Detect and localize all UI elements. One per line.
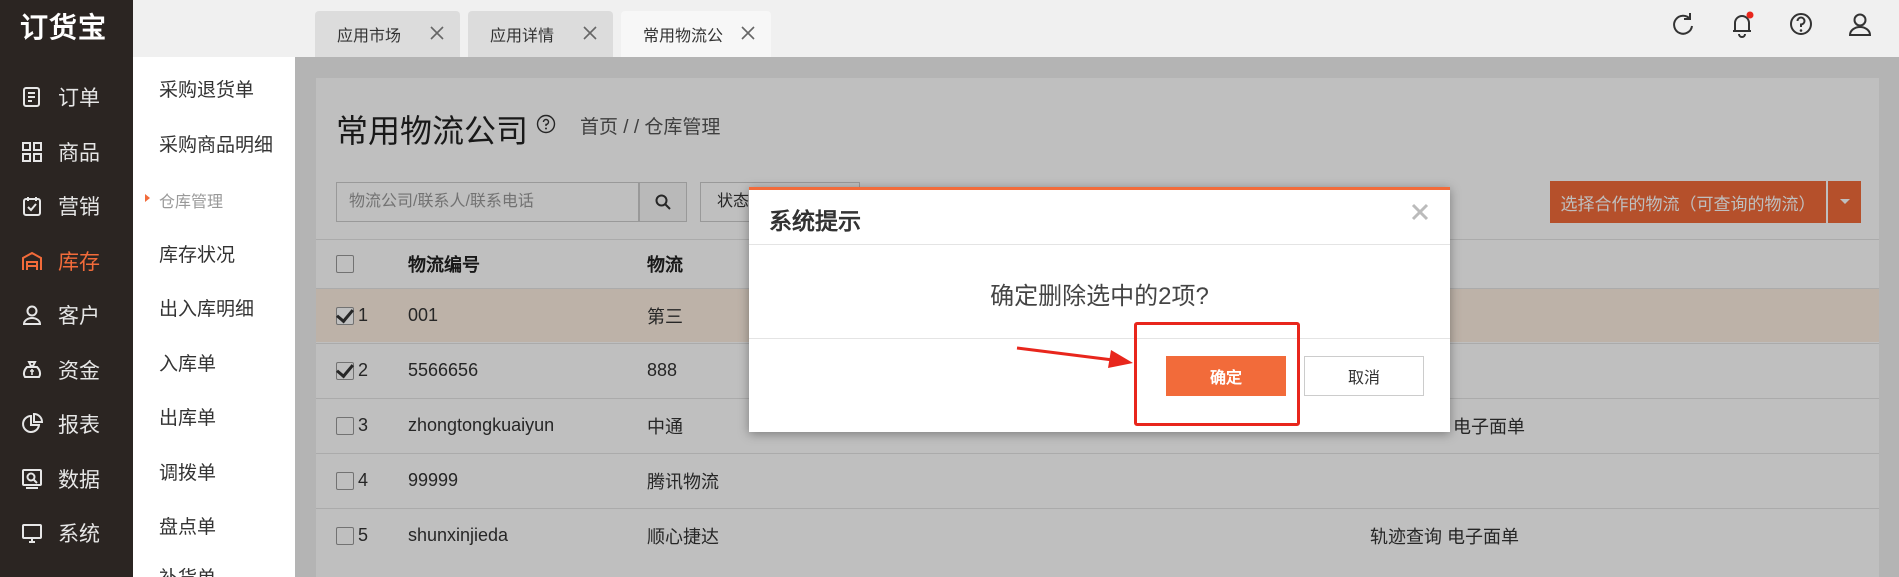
tab-app-detail[interactable]: 应用详情 (468, 11, 613, 57)
nav-item-label: 库存 (58, 250, 100, 274)
nav-item-3[interactable]: 库存 (0, 234, 133, 288)
subnav-item-6[interactable]: 出库单 (159, 403, 216, 430)
tab-logistics[interactable]: 常用物流公 (621, 11, 771, 57)
nav-item-2[interactable]: 营销 (0, 179, 133, 233)
subnav-item-3[interactable]: 库存状况 (159, 240, 235, 267)
nav-item-8[interactable]: 系统 (0, 506, 133, 560)
goods-icon (22, 141, 42, 162)
annotation-highlight-box (1134, 322, 1300, 426)
nav-item-6[interactable]: 报表 (0, 397, 133, 451)
subnav-item-9[interactable]: 补货单 (159, 563, 216, 577)
subnav-item-7[interactable]: 调拨单 (159, 458, 216, 485)
divider (749, 244, 1450, 245)
close-icon[interactable] (581, 24, 599, 42)
warehouse-icon (22, 251, 42, 270)
subnav-item-4[interactable]: 出入库明细 (159, 294, 254, 321)
subnav-item-5[interactable]: 入库单 (159, 349, 216, 376)
close-icon[interactable] (1408, 200, 1432, 224)
subnav-item-0[interactable]: 采购退货单 (159, 75, 254, 102)
data-icon (22, 468, 42, 489)
user-icon[interactable] (1845, 10, 1875, 40)
bell-icon[interactable] (1727, 10, 1757, 40)
tab-label: 应用市场 (337, 28, 402, 45)
help-icon[interactable] (1786, 10, 1816, 40)
marketing-icon (23, 197, 41, 216)
close-icon[interactable] (428, 24, 446, 42)
nav-item-label: 数据 (58, 468, 100, 492)
dialog-message: 确定删除选中的2项? (990, 283, 1209, 310)
tab-app-market[interactable]: 应用市场 (315, 11, 460, 57)
nav-item-7[interactable]: 数据 (0, 452, 133, 506)
pie-chart-icon (22, 412, 44, 433)
nav-item-1[interactable]: 商品 (0, 125, 133, 179)
subnav-item-2: 仓库管理 (144, 188, 223, 212)
main-sidebar: 订货宝 订单商品营销库存客户资金报表数据系统 (0, 0, 133, 577)
nav-item-label: 商品 (58, 141, 100, 165)
nav-item-4[interactable]: 客户 (0, 288, 133, 342)
refresh-icon[interactable] (1668, 10, 1698, 40)
subnav-item-1[interactable]: 采购商品明细 (159, 130, 273, 157)
nav-item-label: 客户 (58, 305, 100, 328)
close-icon[interactable] (739, 24, 757, 42)
nav-item-label: 资金 (58, 359, 100, 383)
nav-item-label: 营销 (58, 196, 100, 219)
subnav-item-8[interactable]: 盘点单 (159, 512, 216, 539)
nav-item-label: 订单 (58, 87, 100, 110)
money-bag-icon (22, 360, 42, 378)
confirm-dialog: 系统提示 确定删除选中的2项? 确定 取消 (749, 187, 1450, 432)
order-icon (23, 87, 40, 107)
tab-bar: 应用市场 应用详情 常用物流公 (133, 0, 1899, 57)
dialog-title: 系统提示 (769, 208, 861, 234)
divider (749, 338, 1450, 339)
nav-item-5[interactable]: 资金 (0, 343, 133, 397)
monitor-icon (22, 524, 42, 543)
tab-label: 常用物流公 (643, 28, 724, 45)
nav-item-0[interactable]: 订单 (0, 70, 133, 124)
app-logo: 订货宝 (20, 11, 108, 44)
sub-sidebar: 采购退货单采购商品明细仓库管理库存状况出入库明细入库单出库单调拨单盘点单补货单 (133, 57, 295, 577)
nav-item-label: 系统 (58, 523, 100, 546)
annotation-arrow-icon (1016, 346, 1133, 368)
tab-label: 应用详情 (490, 28, 555, 45)
customer-icon (22, 305, 42, 325)
cancel-button[interactable]: 取消 (1304, 356, 1424, 396)
nav-item-label: 报表 (58, 414, 100, 437)
